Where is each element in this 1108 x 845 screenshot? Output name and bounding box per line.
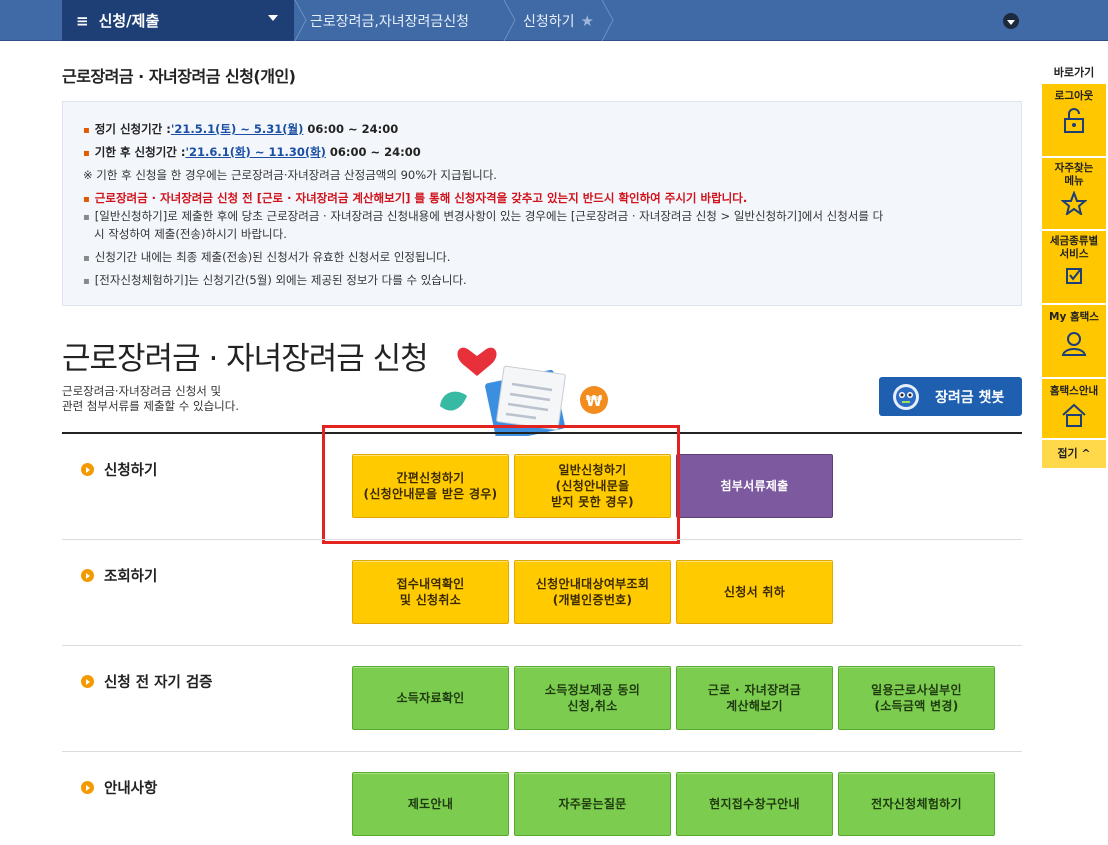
quick-item-label: 홈택스안내 <box>1049 385 1099 397</box>
chatbot-robot-icon <box>893 384 919 410</box>
checkbox-icon <box>1066 268 1082 284</box>
section-label-text: 안내사항 <box>104 781 158 797</box>
divider <box>62 751 1022 752</box>
application-illustration: ₩ <box>440 347 608 436</box>
description-line: 근로장려금·자녀장려금 신청서 및 <box>62 384 222 398</box>
bullet-icon: ▪ <box>83 125 90 136</box>
chevron-down-icon <box>1007 19 1015 25</box>
bullet-icon: ▪ <box>83 212 90 223</box>
quick-logout[interactable]: 로그아웃 <box>1042 84 1106 157</box>
breadcrumb-separator <box>601 0 615 41</box>
unlock-icon <box>1064 108 1084 133</box>
divider <box>62 539 1022 540</box>
quick-my-hometax[interactable]: My 홈택스 <box>1042 305 1106 378</box>
notice-late-period: ▪ 기한 후 신청기간 :'21.6.1(화) ~ 11.30(화) 06:00 … <box>83 145 421 161</box>
favorite-star-icon[interactable]: ★ <box>581 12 594 30</box>
divider <box>62 645 1022 646</box>
regular-period-link[interactable]: '21.5.1(토) ~ 5.31(월) <box>171 122 303 136</box>
notice-time: 06:00 ~ 24:00 <box>325 145 421 159</box>
quick-item-label: My 홈택스 <box>1049 311 1099 323</box>
incentive-chatbot-button[interactable]: 장려금 챗봇 <box>879 377 1022 416</box>
notice-late-note: ※ 기한 후 신청을 한 경우에는 근로장려금·자녀장려금 산정금액의 90%가… <box>83 168 497 182</box>
notice-text: [전자신청체험하기]는 신청기간(5월) 외에는 제공된 정보가 다를 수 있습… <box>94 273 467 287</box>
quick-item-label: 자주찾는 메뉴 <box>1054 162 1094 187</box>
withdraw-application-button[interactable]: 신청서 취하 <box>676 560 833 624</box>
quick-hometax-guide[interactable]: 홈택스안내 <box>1042 379 1106 439</box>
quick-menu-panel: 바로가기 로그아웃 자주찾는 메뉴 세금종류별 서비스 My 홈택스 홈택스안내 <box>1042 58 1106 468</box>
bullet-icon: ▪ <box>83 276 90 287</box>
incentive-calculator-button[interactable]: 근로 · 자녀장려금 계산해보기 <box>676 666 833 730</box>
notice-time: 06:00 ~ 24:00 <box>303 122 399 136</box>
notice-text: [일반신청하기]로 제출한 후에 당초 근로장려금 · 자녀장려금 신청내용에 … <box>94 209 884 223</box>
notice-general-apply: ▪ [일반신청하기]로 제출한 후에 당초 근로장려금 · 자녀장려금 신청내용에… <box>83 209 883 225</box>
quick-favorite-menu[interactable]: 자주찾는 메뉴 <box>1042 158 1106 230</box>
notice-general-apply-cont: 시 작성하여 제출(전송)하시기 바랍니다. <box>94 227 287 241</box>
top-nav-bar: ≡ 신청/제출 근로장려금,자녀장려금신청 신청하기 ★ <box>0 0 1108 41</box>
notice-valid-form: ▪ 신청기간 내에는 최종 제출(전송)된 신청서가 유효한 신청서로 인정됩니다… <box>83 250 450 266</box>
description-line: 관련 첨부서류를 제출할 수 있습니다. <box>62 399 239 413</box>
section-heading: 근로장려금 · 자녀장려금 신청 <box>62 341 429 377</box>
breadcrumb-separator <box>294 0 308 41</box>
notice-text: 신청기간 내에는 최종 제출(전송)된 신청서가 유효한 신청서로 인정됩니다. <box>94 250 451 264</box>
main-menu-dropdown[interactable]: ≡ 신청/제출 <box>62 0 294 41</box>
highlight-frame <box>322 425 680 544</box>
section-label-apply: 신청하기 <box>81 459 157 480</box>
breadcrumb-separator <box>503 0 517 41</box>
section-label-text: 신청하기 <box>104 463 158 479</box>
notice-warning: ▪ 근로장려금 · 자녀장려금 신청 전 [근로 · 자녀장려금 계산해보기] 를… <box>83 191 747 207</box>
star-outline-icon <box>1061 191 1087 215</box>
notice-simulation: ▪ [전자신청체험하기]는 신청기간(5월) 외에는 제공된 정보가 다를 수 있… <box>83 273 467 289</box>
caret-down-icon <box>268 15 278 21</box>
section-description: 근로장려금·자녀장려금 신청서 및 관련 첨부서류를 제출할 수 있습니다. <box>62 384 239 414</box>
local-office-guide-button[interactable]: 현지접수창구안내 <box>676 772 833 836</box>
arrow-bullet-icon <box>81 781 94 794</box>
notice-label: 정기 신청기간 : <box>94 122 171 136</box>
fold-label: 접기 <box>1057 447 1078 460</box>
home-icon <box>1062 403 1086 427</box>
receipt-history-button[interactable]: 접수내역확인 및 신청취소 <box>352 560 509 624</box>
section-label-text: 신청 전 자기 검증 <box>104 675 213 691</box>
user-icon <box>1061 332 1087 356</box>
section-label-self-verify: 신청 전 자기 검증 <box>81 671 213 692</box>
income-consent-button[interactable]: 소득정보제공 동의 신청,취소 <box>514 666 671 730</box>
chevron-up-icon: ^ <box>1077 447 1091 460</box>
quick-tax-services[interactable]: 세금종류별 서비스 <box>1042 231 1106 304</box>
daily-work-denial-button[interactable]: 일용근로사실부인 (소득금액 변경) <box>838 666 995 730</box>
eligibility-inquiry-button[interactable]: 신청안내대상여부조회 (개별인증번호) <box>514 560 671 624</box>
section-label-guide: 안내사항 <box>81 777 157 798</box>
e-application-trial-button[interactable]: 전자신청체험하기 <box>838 772 995 836</box>
main-menu-label: 신청/제출 <box>98 12 160 30</box>
notice-regular-period: ▪ 정기 신청기간 :'21.5.1(토) ~ 5.31(월) 06:00 ~ 2… <box>83 122 398 138</box>
quick-fold-button[interactable]: 접기 ^ <box>1042 440 1106 468</box>
svg-text:₩: ₩ <box>586 392 603 410</box>
breadcrumb-item-incentive[interactable]: 근로장려금,자녀장려금신청 <box>310 0 469 41</box>
breadcrumb-label: 근로장려금,자녀장려금신청 <box>310 13 470 30</box>
quick-item-label: 세금종류별 서비스 <box>1049 235 1099 260</box>
faq-button[interactable]: 자주묻는질문 <box>514 772 671 836</box>
breadcrumb-label: 신청하기 <box>523 13 575 30</box>
arrow-bullet-icon <box>81 675 94 688</box>
breadcrumb-item-apply[interactable]: 신청하기 ★ <box>523 0 594 41</box>
section-label-inquiry: 조회하기 <box>81 565 157 586</box>
quick-item-label: 로그아웃 <box>1054 90 1094 102</box>
bullet-icon: ▪ <box>83 194 90 205</box>
arrow-bullet-icon <box>81 569 94 582</box>
bullet-icon: ▪ <box>83 148 90 159</box>
system-guide-button[interactable]: 제도안내 <box>352 772 509 836</box>
notice-box: ▪ 정기 신청기간 :'21.5.1(토) ~ 5.31(월) 06:00 ~ 2… <box>62 101 1022 306</box>
chatbot-label: 장려금 챗봇 <box>935 389 1005 406</box>
section-label-text: 조회하기 <box>104 569 158 585</box>
expand-menu-button[interactable] <box>1003 13 1019 29</box>
bullet-icon: ▪ <box>83 253 90 264</box>
notice-label: 기한 후 신청기간 : <box>94 145 186 159</box>
arrow-bullet-icon <box>81 463 94 476</box>
late-period-link[interactable]: '21.6.1(화) ~ 11.30(화) <box>185 145 325 159</box>
submit-attachments-button[interactable]: 첨부서류제출 <box>676 454 833 518</box>
page-title: 근로장려금 · 자녀장려금 신청(개인) <box>62 67 296 86</box>
hamburger-icon: ≡ <box>76 11 89 30</box>
income-check-button[interactable]: 소득자료확인 <box>352 666 509 730</box>
warning-text: 근로장려금 · 자녀장려금 신청 전 [근로 · 자녀장려금 계산해보기] 를 … <box>94 191 748 205</box>
quick-menu-title: 바로가기 <box>1053 66 1095 79</box>
